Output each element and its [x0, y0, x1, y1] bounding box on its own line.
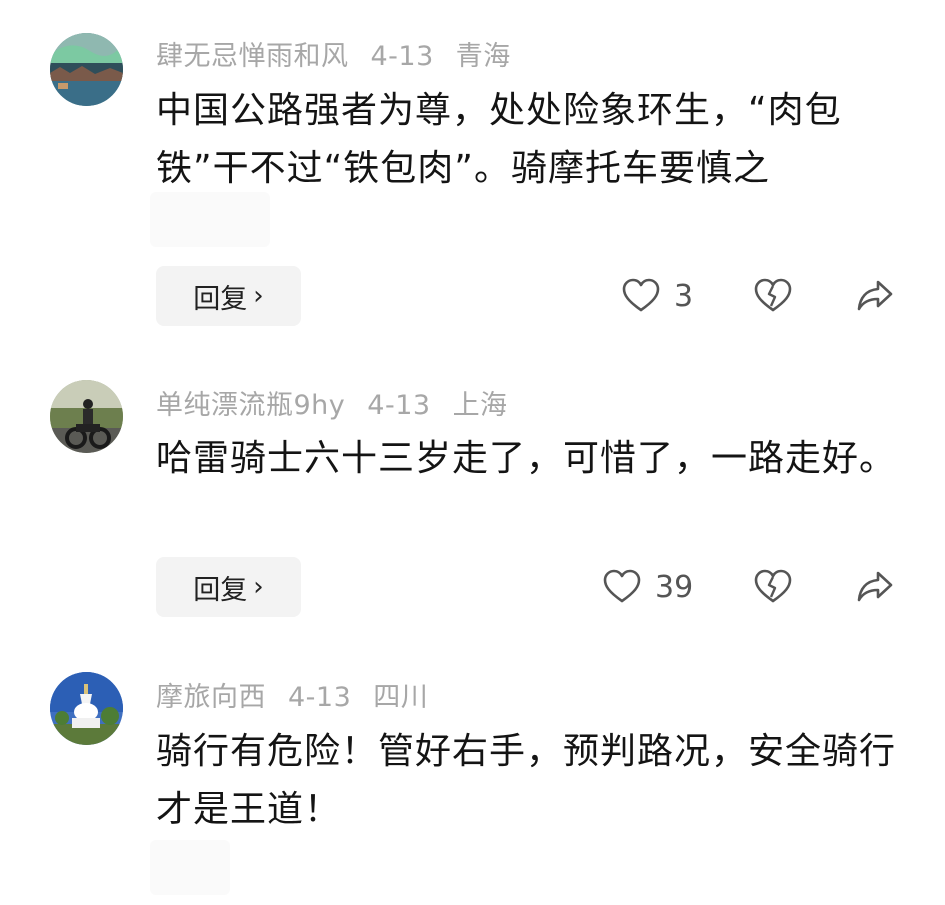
- comment-item: 单纯漂流瓶9hy 4-13 上海 哈雷骑士六十三岁走了，可惜了，一路走好。 回复 ›…: [0, 345, 945, 635]
- comment-text: 骑行有危险！管好右手，预判路况，安全骑行才是王道！: [156, 731, 897, 830]
- comment-item: 肆无忌惮雨和风 4-13 青海 中国公路强者为尊，处处险象环生，“肉包铁”干不过“铁…: [0, 0, 945, 345]
- comment-location: 上海: [452, 390, 508, 421]
- chevron-right-icon: ›: [253, 572, 264, 602]
- placeholder-block: [150, 192, 270, 247]
- comment-item: 摩旅向西 4-13 四川 骑行有危险！管好右手，预判路况，安全骑行才是王道！: [0, 635, 945, 905]
- like-count: 3: [674, 278, 694, 314]
- username[interactable]: 肆无忌惮雨和风: [156, 41, 349, 72]
- comment-meta: 摩旅向西 4-13 四川: [156, 675, 428, 714]
- like-button[interactable]: 3: [622, 278, 693, 314]
- northern-lights-landscape-icon: [50, 33, 123, 106]
- white-stupa-icon: [50, 672, 123, 745]
- reply-label: 回复: [193, 283, 248, 315]
- comment-date: 4-13: [288, 682, 352, 713]
- reply-label: 回复: [193, 574, 248, 606]
- chevron-right-icon: ›: [253, 281, 264, 311]
- avatar[interactable]: [50, 672, 123, 745]
- comment-location: 青海: [455, 41, 511, 72]
- avatar[interactable]: [50, 380, 123, 453]
- motorcycle-rider-icon: [50, 380, 123, 453]
- username[interactable]: 单纯漂流瓶9hy: [156, 390, 345, 421]
- comment-text: 中国公路强者为尊，处处险象环生，“肉包铁”干不过“铁包肉”。骑摩托车要慎之: [156, 90, 842, 189]
- share-icon: [857, 571, 893, 602]
- comment-meta: 单纯漂流瓶9hy 4-13 上海: [156, 383, 508, 422]
- comment-location: 四川: [373, 682, 429, 713]
- reply-button[interactable]: 回复 ›: [156, 557, 301, 617]
- share-button[interactable]: [856, 278, 894, 314]
- share-button[interactable]: [856, 569, 894, 605]
- comment-date: 4-13: [370, 41, 434, 72]
- dislike-button[interactable]: [754, 278, 792, 314]
- like-count: 39: [655, 569, 694, 605]
- username[interactable]: 摩旅向西: [156, 682, 266, 713]
- comment-date: 4-13: [367, 390, 431, 421]
- share-icon: [857, 280, 893, 311]
- reply-button[interactable]: 回复 ›: [156, 266, 301, 326]
- comment-meta: 肆无忌惮雨和风 4-13 青海: [156, 34, 511, 73]
- comment-text: 哈雷骑士六十三岁走了，可惜了，一路走好。: [156, 438, 897, 479]
- broken-heart-icon: [754, 569, 792, 603]
- avatar[interactable]: [50, 33, 123, 106]
- placeholder-block: [150, 840, 230, 895]
- like-button[interactable]: 39: [603, 569, 693, 605]
- broken-heart-icon: [754, 278, 792, 312]
- dislike-button[interactable]: [754, 569, 792, 605]
- heart-icon: [622, 278, 660, 312]
- heart-icon: [603, 569, 641, 603]
